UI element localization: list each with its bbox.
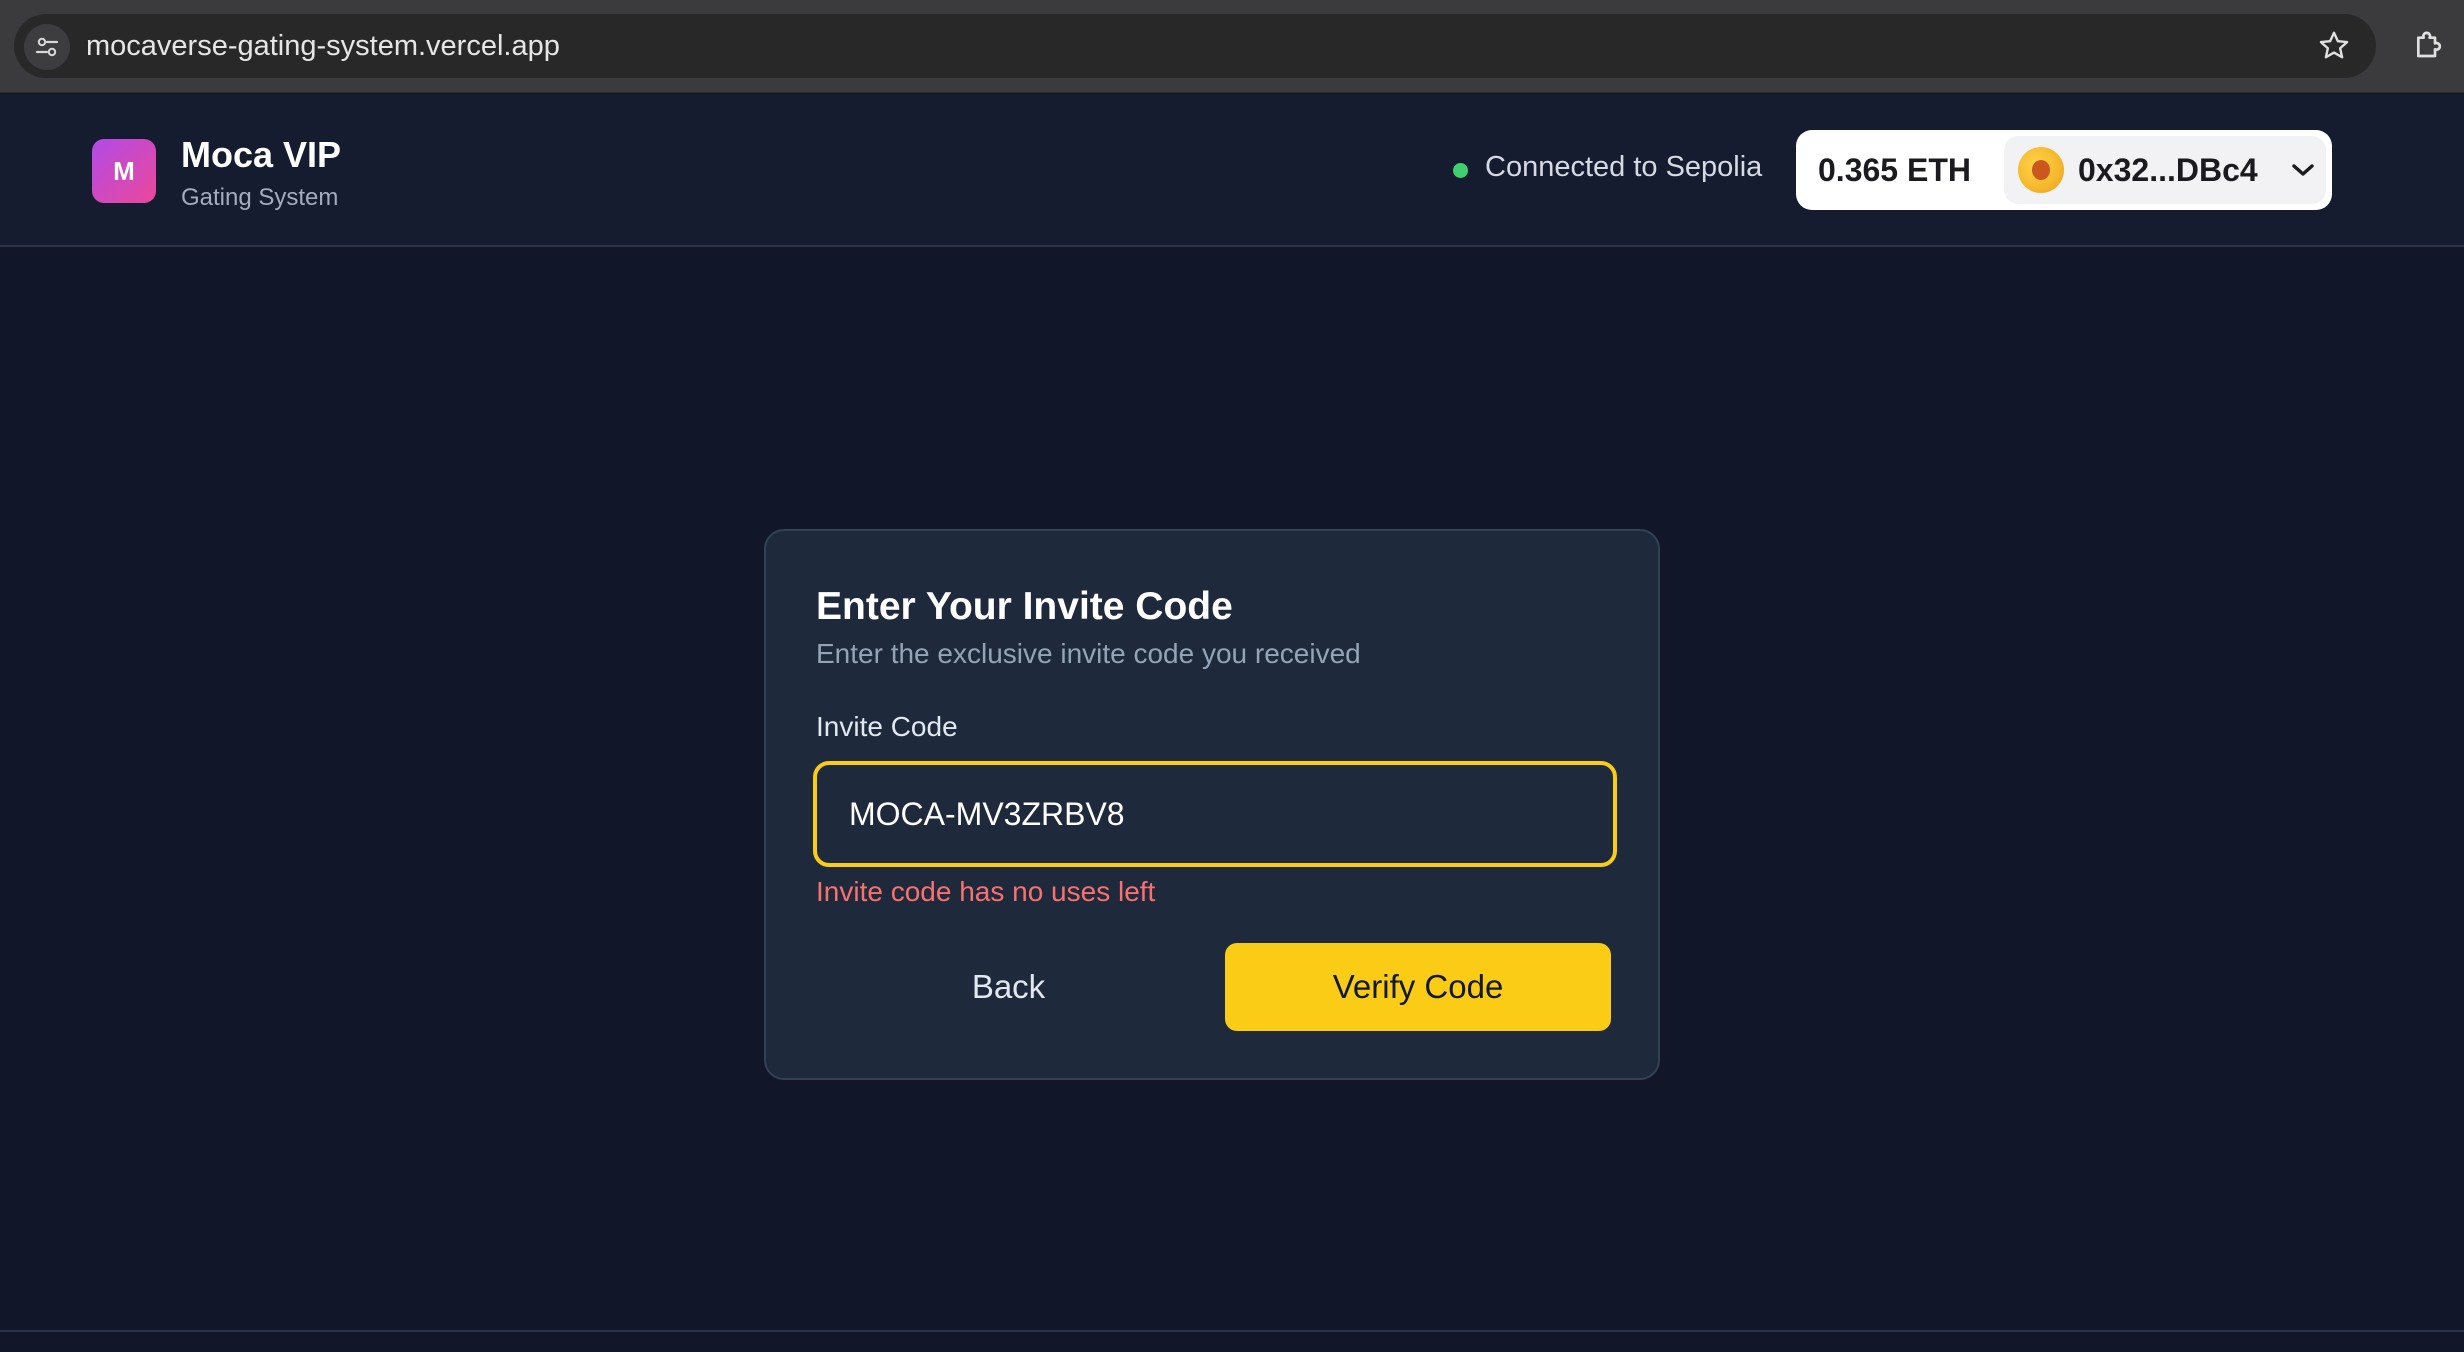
app-logo: M xyxy=(92,139,156,203)
url-text[interactable]: mocaverse-gating-system.vercel.app xyxy=(86,14,560,78)
verify-code-button[interactable]: Verify Code xyxy=(1225,943,1611,1031)
connection-status-text: Connected to Sepolia xyxy=(1485,151,1763,183)
invite-code-field-wrapper xyxy=(813,761,1617,867)
address-bar[interactable]: mocaverse-gating-system.vercel.app xyxy=(14,14,2376,78)
chevron-down-icon[interactable] xyxy=(2290,158,2316,182)
invite-code-input[interactable] xyxy=(817,765,1613,863)
back-button[interactable]: Back xyxy=(816,943,1201,1031)
wallet-address[interactable]: 0x32...DBc4 xyxy=(2078,136,2258,204)
card-title: Enter Your Invite Code xyxy=(816,585,1233,628)
star-icon[interactable] xyxy=(2316,28,2352,64)
card-subtitle: Enter the exclusive invite code you rece… xyxy=(816,638,1361,669)
app-title: Moca VIP xyxy=(181,134,342,175)
footer-divider xyxy=(0,1330,2464,1332)
site-settings-icon[interactable] xyxy=(24,24,70,70)
account-button[interactable]: 0x32...DBc4 xyxy=(2004,136,2326,204)
invite-code-label: Invite Code xyxy=(816,711,958,742)
wallet-balance[interactable]: 0.365 ETH xyxy=(1818,130,1971,210)
browser-toolbar: mocaverse-gating-system.vercel.app xyxy=(0,0,2464,93)
wallet-button[interactable]: 0.365 ETH 0x32...DBc4 xyxy=(1796,130,2332,210)
avatar-icon xyxy=(2018,147,2064,193)
app-subtitle: Gating System xyxy=(181,184,339,211)
app-header: M Moca VIP Gating System Connected to Se… xyxy=(0,94,2464,247)
invite-code-card: Enter Your Invite Code Enter the exclusi… xyxy=(764,529,1660,1080)
puzzle-icon[interactable] xyxy=(2410,26,2450,66)
error-message: Invite code has no uses left xyxy=(816,876,1156,907)
connection-status-dot xyxy=(1453,163,1468,178)
